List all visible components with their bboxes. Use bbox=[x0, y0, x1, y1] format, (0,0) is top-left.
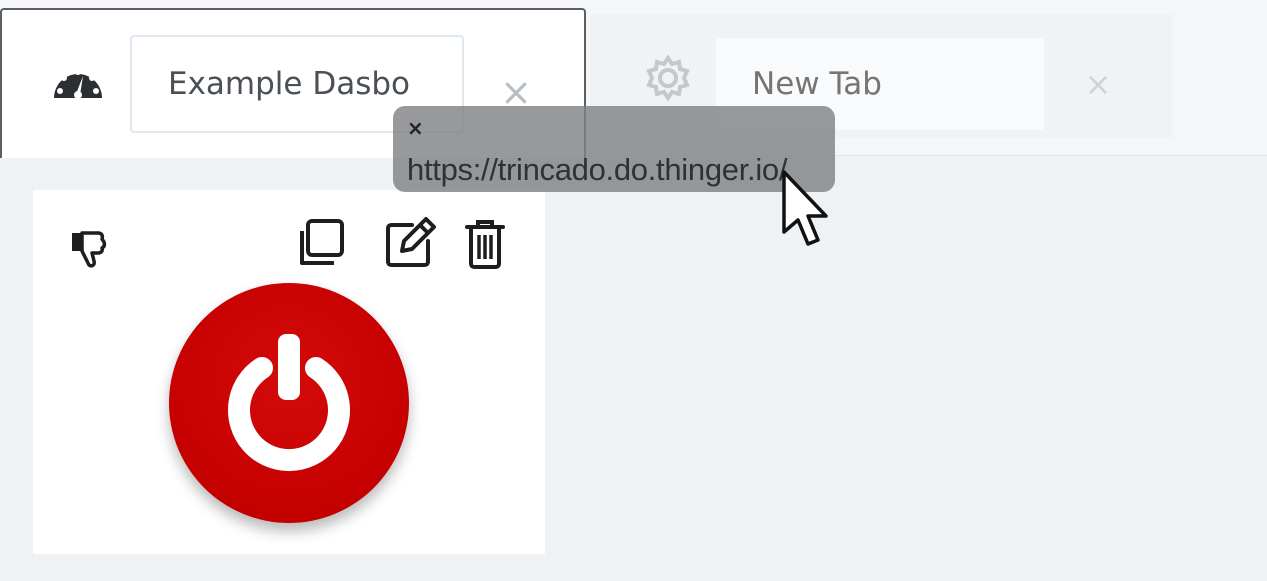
power-button[interactable] bbox=[169, 283, 409, 523]
tooltip-url: https://trincado.do.thinger.io/ bbox=[407, 152, 788, 187]
thumbs-down-icon[interactable] bbox=[63, 224, 113, 274]
trash-icon[interactable] bbox=[459, 214, 511, 274]
power-switch-widget bbox=[33, 190, 545, 554]
edit-icon[interactable] bbox=[381, 214, 439, 272]
tooltip-close-icon[interactable]: × bbox=[407, 116, 424, 140]
mouse-pointer-icon bbox=[782, 170, 828, 246]
url-tooltip: × https://trincado.do.thinger.io/ bbox=[393, 106, 835, 192]
copy-icon[interactable] bbox=[291, 214, 349, 272]
dashboard-gauge-icon bbox=[48, 52, 108, 112]
new-tab-close-button[interactable]: × bbox=[1076, 62, 1120, 106]
power-icon bbox=[228, 334, 350, 472]
gear-icon bbox=[638, 48, 698, 108]
